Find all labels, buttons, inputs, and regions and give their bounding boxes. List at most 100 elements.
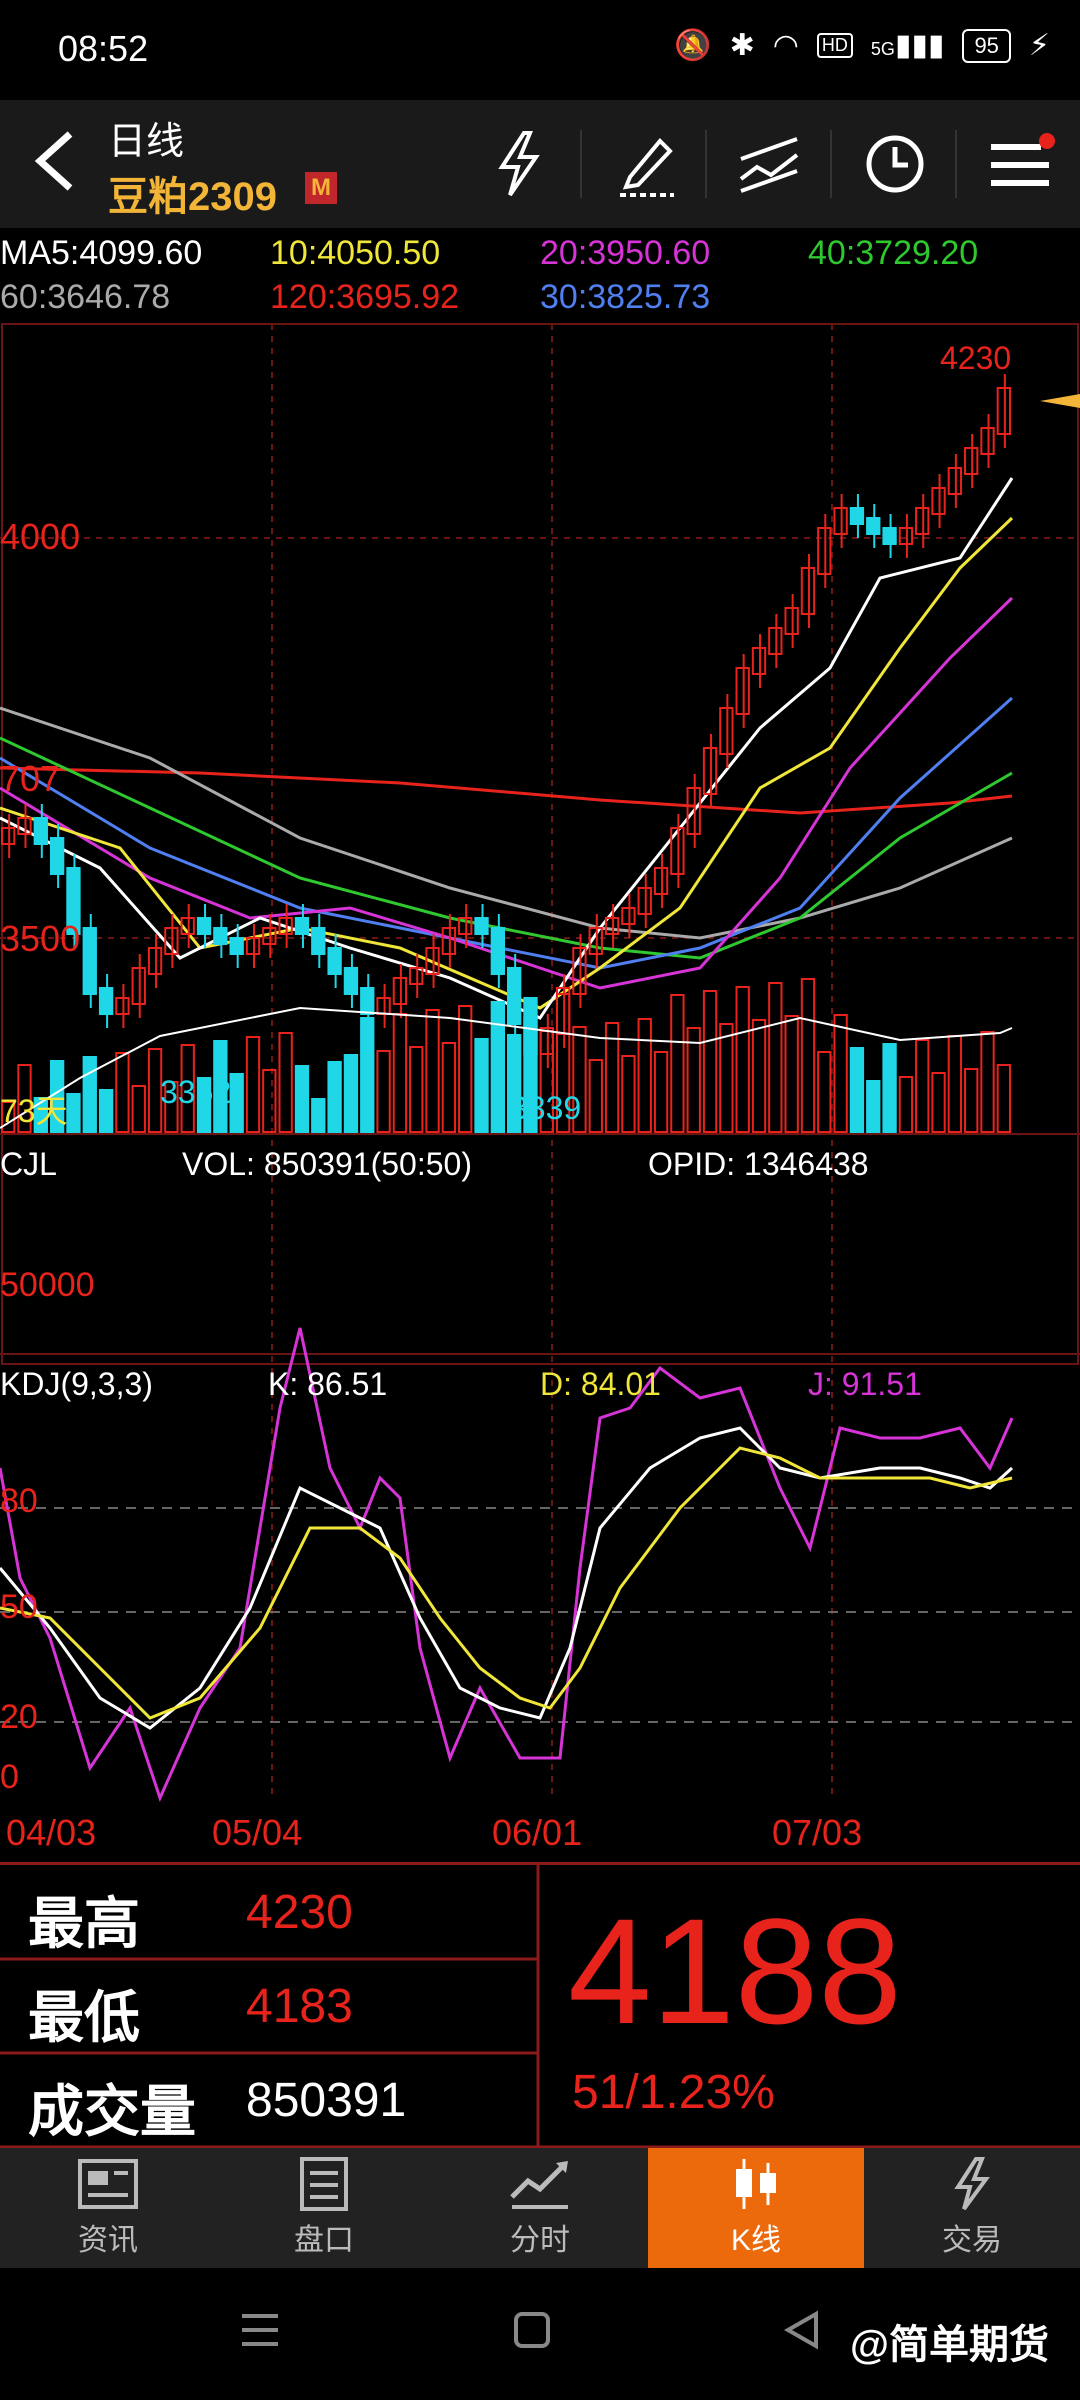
volume-bar xyxy=(262,1069,277,1133)
status-bar: 08:52 🔕 ✱ ◠ HD 5G▮▮▮ 95 ⚡ xyxy=(0,0,1080,100)
volume-bar xyxy=(115,1052,130,1133)
volume-bar xyxy=(278,1032,293,1133)
price-panel-frame xyxy=(1,323,1079,1365)
date-tick: 04/03 xyxy=(6,1812,97,1853)
toolbar-divider xyxy=(830,130,832,198)
volume-value: VOL: 850391(50:50) xyxy=(182,1146,472,1182)
candle-body xyxy=(621,907,636,925)
volume-bar xyxy=(588,1059,603,1133)
kdj-d-line xyxy=(0,1446,1013,1720)
volume-bar xyxy=(784,1015,799,1133)
back-nav-icon[interactable] xyxy=(780,2308,824,2352)
tab-kline[interactable]: K线 xyxy=(648,2148,864,2268)
volume-bar xyxy=(964,1068,979,1133)
volume-bar xyxy=(882,1043,897,1133)
volume-bar xyxy=(311,1098,326,1133)
kdj-k-line xyxy=(0,1426,1014,1730)
hd-icon: HD xyxy=(816,33,853,58)
volume-bar xyxy=(702,990,718,1133)
chevron-left-icon xyxy=(34,131,73,191)
recents-icon[interactable] xyxy=(238,2308,282,2352)
last-price: 4188 xyxy=(568,1887,902,2055)
wifi-icon: ◠ xyxy=(772,29,799,62)
volume-bar xyxy=(490,1001,506,1133)
menu-button[interactable] xyxy=(970,114,1070,214)
kline-chart-area[interactable]: MA5:4099.60 10:4050.50 20:3950.60 40:372… xyxy=(0,228,1080,1868)
main-contract-badge: M xyxy=(305,172,337,204)
volume-bar xyxy=(245,1036,261,1133)
volume-total: 850391 xyxy=(246,2074,407,2127)
mute-icon: 🔕 xyxy=(674,29,712,62)
volume-bar xyxy=(441,1042,457,1133)
kdj-tick-0: 0 xyxy=(0,1758,19,1796)
candle-body xyxy=(343,967,359,995)
low-label: 最低 xyxy=(28,1986,140,2049)
volume-bar xyxy=(82,1056,97,1133)
kdj-tick-50: 50 xyxy=(0,1588,38,1626)
orderbook-icon xyxy=(300,2157,348,2211)
battery-icon: 95 xyxy=(962,28,1011,63)
draw-button[interactable] xyxy=(595,114,695,214)
candle-body xyxy=(311,927,326,955)
kdj-tick-80: 80 xyxy=(0,1482,38,1520)
volume-bar xyxy=(653,1051,669,1133)
volume-bar xyxy=(327,1061,342,1133)
tab-news[interactable]: 资讯 xyxy=(0,2148,216,2268)
volume-bar xyxy=(98,1089,114,1133)
candle-body xyxy=(196,917,212,935)
bottom-tab-bar: 资讯 盘口 分时 K线 交易 xyxy=(0,2148,1080,2268)
candle-body xyxy=(866,517,881,535)
volume-bar xyxy=(392,1013,408,1133)
tab-label: 资讯 xyxy=(78,2224,138,2257)
date-tick: 07/03 xyxy=(772,1812,863,1853)
header-bar: 日线 豆粕2309 M xyxy=(0,100,1080,228)
tab-label: 盘口 xyxy=(294,2224,354,2257)
volume-bar xyxy=(294,1065,310,1133)
tab-trade[interactable]: 交易 xyxy=(864,2148,1080,2268)
history-button[interactable] xyxy=(845,114,945,214)
volume-bar xyxy=(833,1014,848,1133)
home-icon[interactable] xyxy=(510,2308,554,2352)
candle-body xyxy=(49,837,65,875)
contract-name[interactable]: 豆粕2309 xyxy=(108,164,277,222)
price-tick-3500: 3500 xyxy=(0,918,81,959)
candle-body xyxy=(229,937,244,955)
tab-label: 分时 xyxy=(510,2224,570,2257)
volume-indicator-name[interactable]: CJL xyxy=(0,1146,57,1183)
indicator-button[interactable] xyxy=(720,114,820,214)
kdj-tick-20: 20 xyxy=(0,1698,38,1736)
date-tick: 05/04 xyxy=(212,1812,303,1853)
high-value: 4230 xyxy=(246,1886,353,1939)
volume-bar xyxy=(980,1031,995,1133)
flash-trade-button[interactable] xyxy=(470,114,570,214)
status-time: 08:52 xyxy=(58,28,149,69)
tab-intraday[interactable]: 分时 xyxy=(432,2148,648,2268)
volume-bar xyxy=(229,1073,244,1133)
menu-icon xyxy=(991,133,1055,186)
period-title: 日线 xyxy=(108,121,185,163)
candle-body xyxy=(360,987,375,1015)
bluetooth-icon: ✱ xyxy=(729,29,755,62)
candlestick-series xyxy=(1,374,1012,1068)
volume-bar xyxy=(751,1019,767,1133)
kdj-indicator-name[interactable]: KDJ(9,3,3) xyxy=(0,1366,153,1403)
last-price-pointer xyxy=(1040,394,1080,408)
candle-body xyxy=(376,997,391,1015)
back-button[interactable] xyxy=(28,126,88,196)
kdj-k-value: K: 86.51 xyxy=(268,1366,388,1402)
candle-body xyxy=(98,987,114,1015)
clock-icon xyxy=(866,135,924,193)
price-tick-4000: 4000 xyxy=(0,516,81,557)
volume-tick: 50000 xyxy=(0,1266,95,1304)
candle-body xyxy=(33,817,48,845)
high-label: 最高 xyxy=(28,1892,140,1955)
candle-body xyxy=(653,867,669,895)
ma10-line xyxy=(0,516,1014,1010)
tab-orderbook[interactable]: 盘口 xyxy=(216,2148,432,2268)
candle-body xyxy=(294,917,310,935)
signal-icon: 5G▮▮▮ xyxy=(870,29,945,62)
watermark-text: @简单期货 xyxy=(850,2323,1050,2367)
volume-bar xyxy=(817,1051,832,1133)
kdj-j-value: J: 91.51 xyxy=(808,1366,922,1402)
volume-bar xyxy=(849,1047,865,1133)
